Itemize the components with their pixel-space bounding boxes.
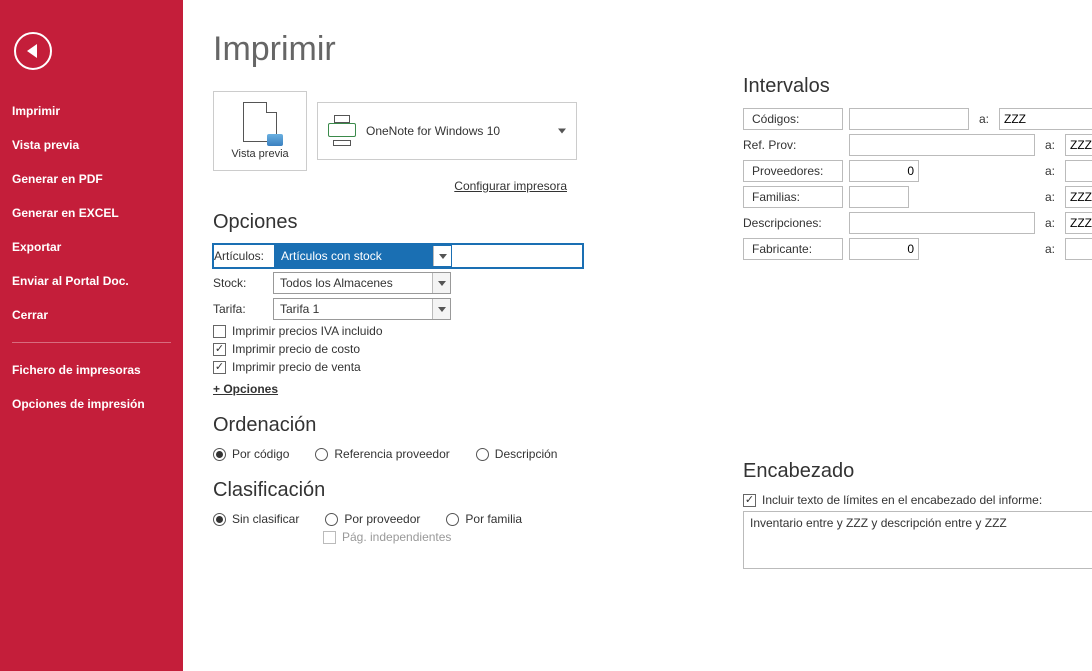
radio-descripcion[interactable]: Descripción [476, 447, 558, 461]
radio-icon [213, 513, 226, 526]
proveedores-from-input[interactable] [849, 160, 919, 182]
articulos-select[interactable]: Artículos con stock [274, 245, 452, 267]
a-label: a: [1041, 242, 1059, 256]
chk-pag-independientes: Pág. independientes [323, 530, 583, 544]
chk-incluir-limites[interactable]: Incluir texto de límites en el encabezad… [743, 493, 1092, 507]
a-label: a: [975, 112, 993, 126]
printer-name: OneNote for Windows 10 [366, 124, 500, 138]
sidebar-item-generar-excel[interactable]: Generar en EXCEL [0, 196, 183, 230]
fabricante-to-input[interactable] [1065, 238, 1092, 260]
preview-button[interactable]: Vista previa [213, 91, 307, 171]
magnifier-icon [267, 134, 283, 146]
a-label: a: [1041, 190, 1059, 204]
proveedores-to-input[interactable] [1065, 160, 1092, 182]
sidebar-item-portal-doc[interactable]: Enviar al Portal Doc. [0, 264, 183, 298]
radio-sin-clasificar[interactable]: Sin clasificar [213, 512, 299, 526]
familias-from-input[interactable] [849, 186, 909, 208]
radio-icon [325, 513, 338, 526]
tarifa-select[interactable]: Tarifa 1 [273, 298, 451, 320]
descripciones-label: Descripciones: [743, 212, 843, 234]
sidebar-item-cerrar[interactable]: Cerrar [0, 298, 183, 332]
printer-icon [328, 121, 356, 141]
descripciones-from-input[interactable] [849, 212, 1035, 234]
checkbox-icon [213, 361, 226, 374]
codigos-label: Códigos: [743, 108, 843, 130]
configure-printer-link[interactable]: Configurar impresora [213, 179, 567, 193]
back-button[interactable] [14, 32, 52, 70]
familias-to-input[interactable] [1065, 186, 1092, 208]
stock-select[interactable]: Todos los Almacenes [273, 272, 451, 294]
checkbox-icon [213, 325, 226, 338]
back-arrow-icon [27, 44, 37, 58]
encabezado-textarea[interactable]: Inventario entre y ZZZ y descripción ent… [743, 511, 1092, 569]
encabezado-heading: Encabezado [743, 460, 1092, 483]
chevron-down-icon [438, 281, 446, 286]
ordenacion-heading: Ordenación [213, 414, 583, 437]
a-label: a: [1041, 138, 1059, 152]
refprov-label: Ref. Prov: [743, 134, 843, 156]
preview-label: Vista previa [231, 148, 288, 160]
sidebar-item-vista-previa[interactable]: Vista previa [0, 128, 183, 162]
tarifa-label: Tarifa: [213, 302, 273, 316]
radio-por-proveedor[interactable]: Por proveedor [325, 512, 420, 526]
radio-por-codigo[interactable]: Por código [213, 447, 289, 461]
refprov-to-input[interactable] [1065, 134, 1092, 156]
descripciones-to-input[interactable] [1065, 212, 1092, 234]
familias-label: Familias: [743, 186, 843, 208]
checkbox-icon [213, 343, 226, 356]
sidebar-item-fichero-impresoras[interactable]: Fichero de impresoras [0, 353, 183, 387]
chevron-down-icon [438, 307, 446, 312]
radio-por-familia[interactable]: Por familia [446, 512, 522, 526]
page-title: Imprimir [213, 30, 583, 69]
chevron-down-icon [439, 254, 447, 259]
checkbox-icon [323, 531, 336, 544]
radio-icon [446, 513, 459, 526]
clasificacion-heading: Clasificación [213, 479, 583, 502]
radio-icon [476, 448, 489, 461]
intervalos-heading: Intervalos [743, 75, 1092, 98]
chk-costo[interactable]: Imprimir precio de costo [213, 342, 583, 356]
sidebar: Imprimir Vista previa Generar en PDF Gen… [0, 0, 183, 671]
a-label: a: [1041, 216, 1059, 230]
proveedores-label: Proveedores: [743, 160, 843, 182]
stock-label: Stock: [213, 276, 273, 290]
radio-icon [213, 448, 226, 461]
sidebar-item-exportar[interactable]: Exportar [0, 230, 183, 264]
codigos-from-input[interactable] [849, 108, 969, 130]
sidebar-item-opciones-impresion[interactable]: Opciones de impresión [0, 387, 183, 421]
articulos-label: Artículos: [214, 249, 274, 263]
codigos-to-input[interactable] [999, 108, 1092, 130]
sidebar-item-generar-pdf[interactable]: Generar en PDF [0, 162, 183, 196]
a-label: a: [1041, 164, 1059, 178]
sidebar-item-imprimir[interactable]: Imprimir [0, 94, 183, 128]
radio-icon [315, 448, 328, 461]
fabricante-from-input[interactable] [849, 238, 919, 260]
chevron-down-icon [558, 129, 566, 134]
refprov-from-input[interactable] [849, 134, 1035, 156]
more-options-link[interactable]: + Opciones [213, 382, 278, 396]
fabricante-label: Fabricante: [743, 238, 843, 260]
printer-selector[interactable]: OneNote for Windows 10 [317, 102, 577, 160]
chk-venta[interactable]: Imprimir precio de venta [213, 360, 583, 374]
checkbox-icon [743, 494, 756, 507]
opciones-heading: Opciones [213, 211, 583, 234]
chk-iva[interactable]: Imprimir precios IVA incluido [213, 324, 583, 338]
radio-ref-proveedor[interactable]: Referencia proveedor [315, 447, 449, 461]
